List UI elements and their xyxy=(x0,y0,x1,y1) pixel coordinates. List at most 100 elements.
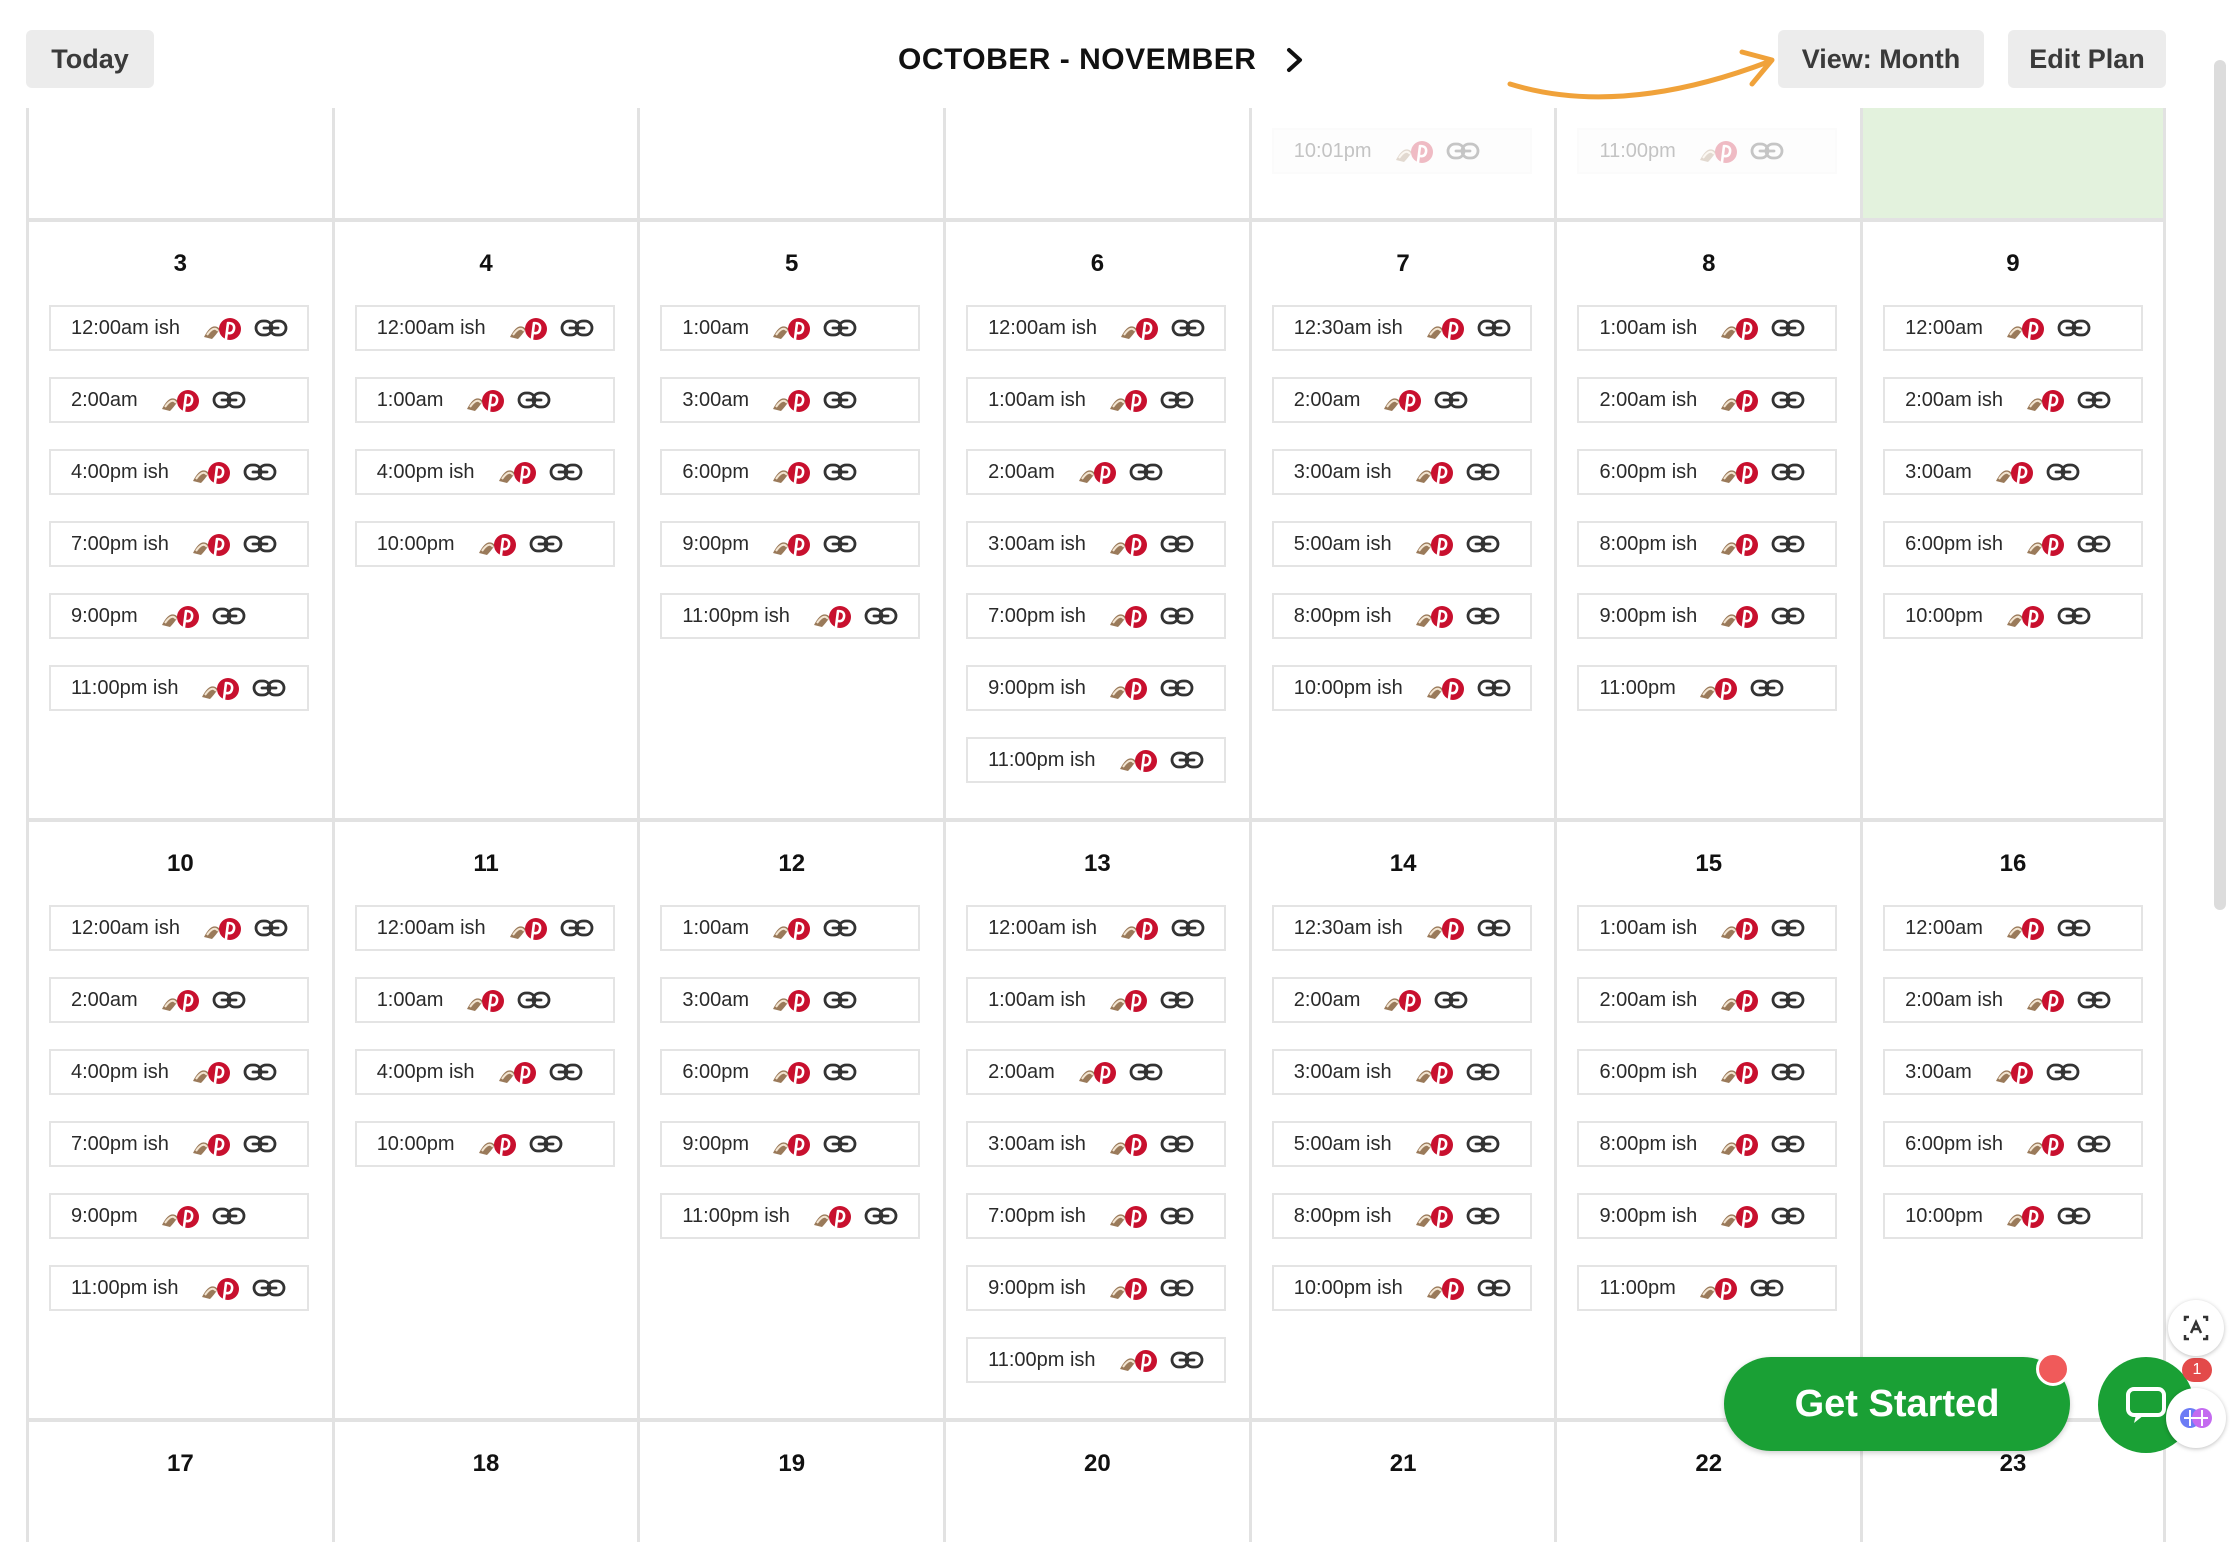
day-cell[interactable]: 5 1:00am 3:00am 6:00pm 9:00pm 11:00pm ish xyxy=(637,222,943,818)
link-icon[interactable] xyxy=(2077,1133,2111,1155)
link-icon[interactable] xyxy=(1477,677,1511,699)
time-slot[interactable]: 1:00am ish xyxy=(1577,305,1838,351)
time-slot[interactable]: 11:00pm ish xyxy=(966,1337,1227,1383)
time-slot[interactable]: 11:00pm ish xyxy=(49,1265,309,1311)
day-cell[interactable]: 6 12:00am ish 1:00am ish 2:00am 3:00am ish 7:… xyxy=(943,222,1249,818)
time-slot[interactable]: 7:00pm ish xyxy=(966,1193,1227,1239)
link-icon[interactable] xyxy=(529,533,563,555)
day-cell[interactable]: 4 12:00am ish 1:00am 4:00pm ish 10:00pm xyxy=(331,222,638,818)
link-icon[interactable] xyxy=(823,1133,857,1155)
time-slot[interactable]: 12:00am ish xyxy=(966,905,1227,951)
time-slot[interactable]: 12:00am ish xyxy=(354,305,615,351)
link-icon[interactable] xyxy=(1771,461,1805,483)
link-icon[interactable] xyxy=(1771,317,1805,339)
time-slot[interactable]: 6:00pm ish xyxy=(1883,521,2144,567)
link-icon[interactable] xyxy=(549,461,583,483)
time-slot[interactable]: 9:00pm xyxy=(49,593,309,639)
link-icon[interactable] xyxy=(2057,605,2091,627)
time-slot[interactable]: 9:00pm xyxy=(660,521,921,567)
time-slot[interactable]: 3:00am ish xyxy=(1271,1049,1532,1095)
link-icon[interactable] xyxy=(823,317,857,339)
link-icon[interactable] xyxy=(1170,1349,1204,1371)
time-slot[interactable]: 10:01pm xyxy=(1271,128,1532,174)
link-icon[interactable] xyxy=(529,1133,563,1155)
link-icon[interactable] xyxy=(2046,461,2080,483)
link-icon[interactable] xyxy=(823,1061,857,1083)
time-slot[interactable]: 7:00pm ish xyxy=(49,1121,309,1167)
time-slot[interactable]: 10:00pm ish xyxy=(1271,665,1532,711)
link-icon[interactable] xyxy=(243,1133,277,1155)
time-slot[interactable]: 6:00pm xyxy=(660,1049,921,1095)
link-icon[interactable] xyxy=(1160,389,1194,411)
link-icon[interactable] xyxy=(1771,989,1805,1011)
time-slot[interactable]: 3:00am xyxy=(1883,449,2144,495)
link-icon[interactable] xyxy=(1750,677,1784,699)
day-cell[interactable]: 14 12:30am ish 2:00am 3:00am ish 5:00am ish 8… xyxy=(1248,822,1555,1418)
link-icon[interactable] xyxy=(823,461,857,483)
link-icon[interactable] xyxy=(1160,605,1194,627)
link-icon[interactable] xyxy=(1466,533,1500,555)
time-slot[interactable]: 12:00am ish xyxy=(354,905,615,951)
time-slot[interactable]: 6:00pm ish xyxy=(1577,1049,1838,1095)
time-slot[interactable]: 11:00pm ish xyxy=(660,1193,921,1239)
link-icon[interactable] xyxy=(1160,989,1194,1011)
link-icon[interactable] xyxy=(1434,989,1468,1011)
time-slot[interactable]: 5:00am ish xyxy=(1271,1121,1532,1167)
day-cell[interactable]: 21 xyxy=(1248,1422,1555,1542)
time-slot[interactable]: 3:00am ish xyxy=(966,521,1227,567)
link-icon[interactable] xyxy=(2057,317,2091,339)
link-icon[interactable] xyxy=(1160,1133,1194,1155)
link-icon[interactable] xyxy=(212,389,246,411)
time-slot[interactable]: 2:00am ish xyxy=(1577,977,1838,1023)
view-month-button[interactable]: View: Month xyxy=(1778,30,1984,88)
link-icon[interactable] xyxy=(823,389,857,411)
link-icon[interactable] xyxy=(1477,1277,1511,1299)
link-icon[interactable] xyxy=(1160,677,1194,699)
time-slot[interactable]: 2:00am xyxy=(966,449,1227,495)
time-slot[interactable]: 1:00am xyxy=(354,377,615,423)
time-slot[interactable]: 1:00am ish xyxy=(966,977,1227,1023)
time-slot[interactable]: 10:00pm ish xyxy=(1271,1265,1532,1311)
link-icon[interactable] xyxy=(517,989,551,1011)
link-icon[interactable] xyxy=(2057,1205,2091,1227)
time-slot[interactable]: 2:00am xyxy=(966,1049,1227,1095)
day-cell[interactable] xyxy=(331,108,638,218)
link-icon[interactable] xyxy=(864,1205,898,1227)
link-icon[interactable] xyxy=(2077,533,2111,555)
time-slot[interactable]: 2:00am xyxy=(1271,377,1532,423)
link-icon[interactable] xyxy=(1750,140,1784,162)
time-slot[interactable]: 12:00am ish xyxy=(966,305,1227,351)
time-slot[interactable]: 12:00am xyxy=(1883,305,2144,351)
link-icon[interactable] xyxy=(1129,461,1163,483)
time-slot[interactable]: 1:00am xyxy=(660,905,921,951)
link-icon[interactable] xyxy=(1477,317,1511,339)
link-icon[interactable] xyxy=(1771,1061,1805,1083)
day-cell[interactable]: 8 1:00am ish 2:00am ish 6:00pm ish 8:00pm is… xyxy=(1554,222,1860,818)
link-icon[interactable] xyxy=(2057,917,2091,939)
time-slot[interactable]: 9:00pm ish xyxy=(966,1265,1227,1311)
time-slot[interactable]: 8:00pm ish xyxy=(1577,521,1838,567)
time-slot[interactable]: 12:00am ish xyxy=(49,305,309,351)
link-icon[interactable] xyxy=(252,677,286,699)
time-slot[interactable]: 12:00am ish xyxy=(49,905,309,951)
time-slot[interactable]: 1:00am ish xyxy=(1577,905,1838,951)
day-cell[interactable]: 16 12:00am 2:00am ish 3:00am 6:00pm ish 10:00… xyxy=(1860,822,2166,1418)
time-slot[interactable]: 6:00pm ish xyxy=(1883,1121,2144,1167)
link-icon[interactable] xyxy=(1170,749,1204,771)
link-icon[interactable] xyxy=(1466,1133,1500,1155)
link-icon[interactable] xyxy=(1477,917,1511,939)
time-slot[interactable]: 11:00pm ish xyxy=(966,737,1227,783)
link-icon[interactable] xyxy=(823,917,857,939)
day-cell[interactable]: 13 12:00am ish 1:00am ish 2:00am 3:00am ish 7… xyxy=(943,822,1249,1418)
time-slot[interactable]: 10:00pm xyxy=(354,521,615,567)
time-slot[interactable]: 6:00pm ish xyxy=(1577,449,1838,495)
link-icon[interactable] xyxy=(823,989,857,1011)
time-slot[interactable]: 11:00pm ish xyxy=(49,665,309,711)
link-icon[interactable] xyxy=(1466,1061,1500,1083)
link-icon[interactable] xyxy=(212,1205,246,1227)
time-slot[interactable]: 3:00am xyxy=(660,977,921,1023)
link-icon[interactable] xyxy=(1466,461,1500,483)
link-icon[interactable] xyxy=(1446,140,1480,162)
link-icon[interactable] xyxy=(1160,1277,1194,1299)
link-icon[interactable] xyxy=(823,533,857,555)
